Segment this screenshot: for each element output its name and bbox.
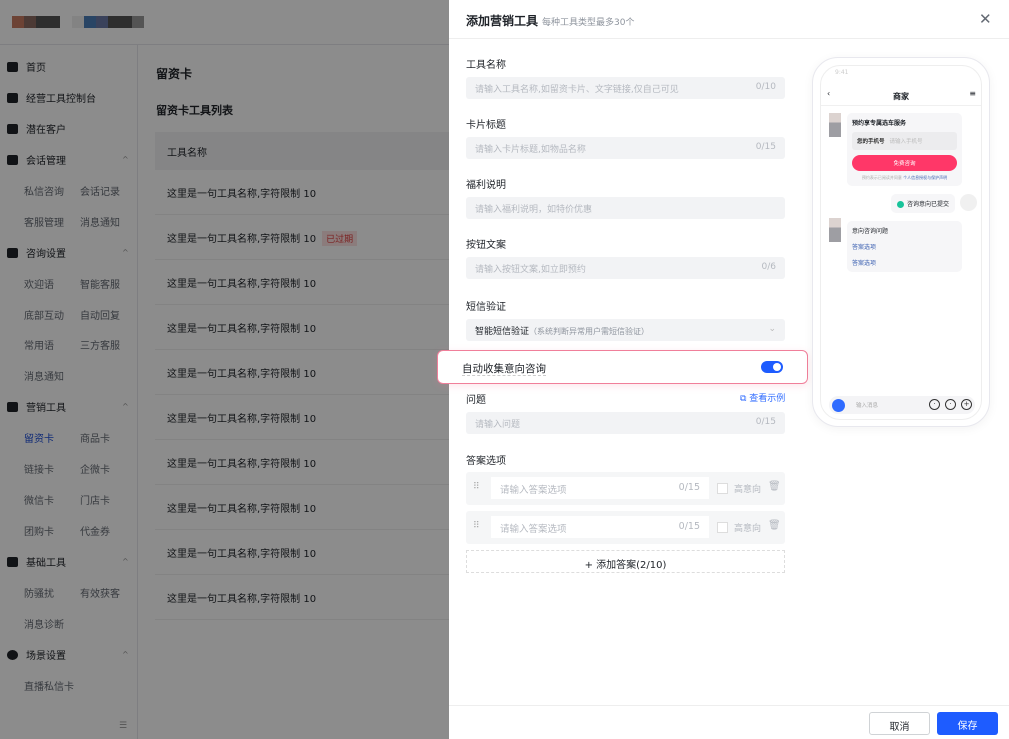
emoji-icon: · — [945, 399, 956, 410]
field-input[interactable]: 请输入按钮文案,如立即预约 0/6 — [466, 257, 785, 279]
close-icon[interactable]: ✕ — [979, 10, 992, 28]
auto-collect-label: 自动收集意向咨询 — [462, 363, 546, 376]
add-answer-button[interactable]: + 添加答案(2/10) — [466, 550, 785, 573]
check-icon — [896, 201, 904, 208]
consult-button: 免费咨询 — [852, 155, 957, 171]
chat-nav: ‹ 商家 ≡ — [821, 86, 981, 106]
note-link: 个人信息授权与保护声明 — [903, 175, 948, 180]
field-label: 卡片标题 — [466, 120, 506, 131]
voice-icon: · — [929, 399, 940, 410]
submitted-bubble: 咨询意向已提交 — [890, 194, 955, 213]
question-label: 问题 — [466, 395, 486, 406]
high-intent-label: 高意向 — [734, 524, 762, 534]
add-tool-drawer: 添加营销工具 每种工具类型最多30个 ✕ 工具名称请输入工具名称,如留资卡片、文字… — [437, 0, 1009, 739]
answer-placeholder: 请输入答案选项 — [500, 524, 567, 535]
char-count: 0/10 — [755, 82, 776, 92]
high-intent-label: 高意向 — [734, 485, 762, 495]
message-placeholder: 输入消息 — [856, 403, 879, 409]
field-input[interactable]: 请输入工具名称,如留资卡片、文字链接,仅自己可见 0/10 — [466, 77, 785, 99]
trash-icon[interactable]: 🗑 — [768, 481, 781, 492]
note-text: 预约表示已阅读并同意 — [861, 175, 902, 180]
field-placeholder: 请输入按钮文案,如立即预约 — [475, 265, 586, 275]
plus-icon: + — [961, 399, 972, 410]
merchant-avatar — [829, 218, 841, 242]
merchant-name: 商家 — [893, 92, 909, 101]
drag-handle-icon[interactable]: ⠿ — [473, 482, 480, 492]
sms-select[interactable]: 智能短信验证（系统判断异常用户需短信验证） ⌄ — [466, 319, 785, 341]
field-label: 工具名称 — [466, 60, 506, 71]
phone-placeholder: 请输入手机号 — [889, 139, 923, 145]
answer-row: ⠿ 请输入答案选项 0/15 高意向 🗑 — [466, 511, 785, 544]
answer-input[interactable]: 请输入答案选项 0/15 — [491, 477, 709, 499]
answer-input[interactable]: 请输入答案选项 0/15 — [491, 516, 709, 538]
question-title: 意向咨询问题 — [852, 228, 889, 235]
lead-card-preview: 预约享专属选车服务 您的手机号 请输入手机号 免费咨询 预约表示已阅读并同意 个人… — [847, 113, 962, 186]
cancel-button[interactable]: 取消 — [869, 712, 930, 735]
external-link-icon: ⧉ — [740, 394, 750, 404]
phone-label: 您的手机号 — [857, 139, 885, 145]
save-button[interactable]: 保存 — [937, 712, 998, 735]
char-count: 0/15 — [678, 482, 700, 493]
char-count: 0/15 — [678, 521, 700, 532]
back-icon: ‹ — [827, 89, 831, 98]
char-count: 0/15 — [755, 417, 776, 427]
auto-collect-row: 自动收集意向咨询 — [437, 350, 808, 384]
answer-row: ⠿ 请输入答案选项 0/15 高意向 🗑 — [466, 472, 785, 505]
field-input[interactable]: 请输入福利说明，如特价优惠 — [466, 197, 785, 219]
field-placeholder: 请输入工具名称,如留资卡片、文字链接,仅自己可见 — [475, 85, 679, 95]
status-time: 9:41 — [835, 69, 849, 76]
drawer-title-text: 添加营销工具 — [466, 14, 539, 28]
sms-label: 短信验证 — [466, 302, 506, 313]
field-label: 按钮文案 — [466, 240, 506, 251]
field-placeholder: 请输入卡片标题,如物品名称 — [475, 145, 586, 155]
option: 答案选项 — [852, 244, 877, 251]
drag-handle-icon[interactable]: ⠿ — [473, 521, 480, 531]
auto-collect-toggle[interactable] — [761, 361, 783, 373]
question-card-preview: 意向咨询问题 答案选项 答案选项 — [847, 221, 962, 272]
field-input[interactable]: 请输入卡片标题,如物品名称 0/15 — [466, 137, 785, 159]
field-placeholder: 请输入福利说明，如特价优惠 — [475, 205, 593, 215]
sms-hint: （系统判断异常用户需短信验证） — [529, 327, 650, 336]
option: 答案选项 — [852, 260, 877, 267]
trash-icon[interactable]: 🗑 — [768, 520, 781, 531]
footer-divider — [449, 705, 1009, 706]
answer-placeholder: 请输入答案选项 — [500, 485, 567, 496]
drawer-subtitle: 每种工具类型最多30个 — [542, 18, 635, 28]
view-example-text: 查看示例 — [749, 394, 786, 404]
high-intent-checkbox[interactable] — [717, 522, 728, 533]
phone-field: 您的手机号 请输入手机号 — [852, 132, 957, 150]
answers-label: 答案选项 — [466, 456, 506, 467]
phone-preview: 9:41 ‹ 商家 ≡ 预约享专属选车服务 您的手机号 请输入手机号 免费咨询 预约表… — [812, 57, 990, 427]
user-avatar — [960, 194, 977, 211]
high-intent-checkbox[interactable] — [717, 483, 728, 494]
submitted-text: 咨询意向已提交 — [906, 201, 949, 208]
sms-value: 智能短信验证 — [475, 327, 530, 337]
privacy-note: 预约表示已阅读并同意 个人信息授权与保护声明 — [852, 175, 957, 181]
view-example-link[interactable]: ⧉ 查看示例 — [740, 391, 785, 404]
question-placeholder: 请输入问题 — [475, 420, 521, 430]
card-title: 预约享专属选车服务 — [852, 120, 907, 127]
message-bar: 输入消息 · · + — [829, 396, 975, 414]
camera-icon — [832, 399, 845, 412]
merchant-avatar — [829, 113, 841, 137]
field-label: 福利说明 — [466, 180, 506, 191]
char-count: 0/6 — [761, 262, 776, 272]
question-input[interactable]: 请输入问题 0/15 — [466, 412, 785, 434]
menu-icon: ≡ — [969, 89, 976, 98]
drawer-title: 添加营销工具 每种工具类型最多30个 — [466, 12, 634, 29]
char-count: 0/15 — [755, 142, 776, 152]
chevron-down-icon: ⌄ — [768, 324, 776, 334]
divider — [449, 38, 1009, 39]
